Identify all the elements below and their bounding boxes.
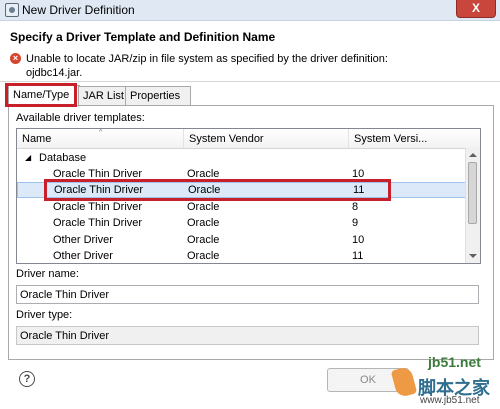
- column-header-version[interactable]: System Versi...: [349, 129, 469, 148]
- watermark-url: www.jb51.net: [420, 395, 480, 406]
- driver-type-field: Oracle Thin Driver: [16, 326, 479, 345]
- title-bar: New Driver Definition X: [0, 0, 500, 21]
- watermark-brand: jb51.net: [428, 354, 481, 370]
- error-message-line1: Unable to locate JAR/zip in file system …: [26, 53, 388, 65]
- templates-label: Available driver templates:: [16, 112, 145, 124]
- table-row[interactable]: Other Driver Oracle 11: [17, 248, 467, 263]
- dialog-header: Specify a Driver Template and Definition…: [0, 21, 500, 82]
- app-icon: [5, 3, 19, 17]
- error-message-line2: ojdbc14.jar.: [26, 67, 83, 79]
- scroll-down-icon[interactable]: [469, 254, 477, 258]
- vertical-scrollbar[interactable]: [465, 148, 480, 263]
- table-row[interactable]: Other Driver Oracle 10: [17, 232, 467, 248]
- close-button[interactable]: X: [456, 0, 496, 18]
- driver-name-label: Driver name:: [16, 268, 79, 280]
- table-row[interactable]: Oracle Thin Driver Oracle 8: [17, 199, 467, 215]
- table-header: ^ Name System Vendor System Versi...: [17, 129, 480, 149]
- watermark-logo-icon: [390, 365, 418, 399]
- scroll-up-icon[interactable]: [469, 153, 477, 157]
- scroll-thumb[interactable]: [468, 162, 477, 224]
- highlight-box-tab: [5, 83, 77, 107]
- highlight-box-row: [44, 179, 391, 201]
- group-label: Database: [39, 152, 87, 164]
- driver-name-field[interactable]: Oracle Thin Driver: [16, 285, 479, 304]
- driver-type-label: Driver type:: [16, 309, 73, 321]
- sort-ascending-icon: ^: [99, 129, 103, 136]
- table-row[interactable]: Oracle Thin Driver Oracle 9: [17, 215, 467, 231]
- tab-properties[interactable]: Properties: [125, 86, 191, 105]
- expand-triangle-icon[interactable]: ◢: [25, 150, 31, 166]
- error-message: Unable to locate JAR/zip in file system …: [26, 52, 486, 80]
- watermark-logo: jb51.net 脚本之家 www.jb51.net: [390, 352, 500, 409]
- window-title: New Driver Definition: [22, 3, 135, 17]
- tree-group-database[interactable]: ◢ Database: [17, 150, 467, 166]
- dialog-heading: Specify a Driver Template and Definition…: [10, 30, 276, 44]
- column-header-name[interactable]: ^ Name: [17, 129, 184, 148]
- error-icon: ×: [10, 53, 21, 64]
- column-header-vendor[interactable]: System Vendor: [184, 129, 349, 148]
- help-icon[interactable]: ?: [19, 371, 35, 387]
- tab-jar-list[interactable]: JAR List: [78, 86, 130, 105]
